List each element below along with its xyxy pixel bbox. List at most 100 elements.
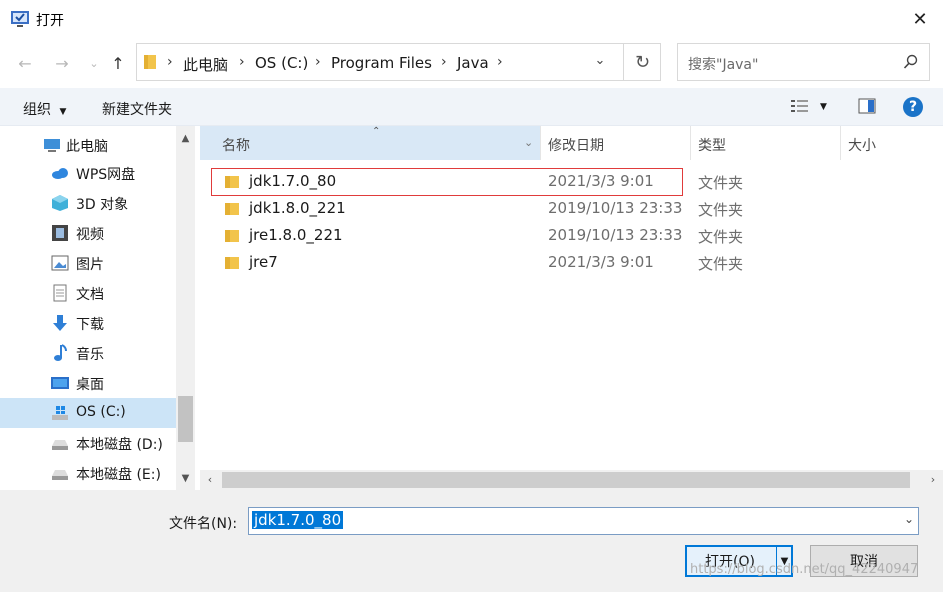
file-type: 文件夹 <box>698 255 744 273</box>
windows-drive-icon <box>52 406 68 420</box>
drive-icon <box>52 440 68 450</box>
chevron-down-icon[interactable]: ⌄ <box>904 512 914 526</box>
breadcrumb-os-c[interactable]: OS (C:) <box>255 54 308 72</box>
arrow-right-icon: → <box>55 53 69 73</box>
file-row[interactable]: jre7 2021/3/3 9:01 文件夹 <box>212 250 743 276</box>
column-header-row: 名称 ⌃ ⌄ 修改日期 类型 大小 <box>200 126 943 160</box>
search-input[interactable]: 搜索"Java" <box>677 43 930 81</box>
recent-locations-button[interactable]: ⌄ <box>82 51 106 75</box>
desktop-icon <box>51 377 69 389</box>
document-icon <box>53 284 67 302</box>
music-icon <box>54 344 67 361</box>
nav-item-os-c[interactable]: OS (C:) <box>0 398 176 428</box>
file-type: 文件夹 <box>698 174 744 192</box>
nav-item-this-pc[interactable]: 此电脑 <box>0 130 176 160</box>
download-icon <box>53 315 67 331</box>
nav-item-videos[interactable]: 视频 <box>0 218 176 248</box>
column-header-date[interactable]: 修改日期 <box>548 126 688 160</box>
nav-item-pictures[interactable]: 图片 <box>0 248 176 278</box>
nav-scrollbar[interactable]: ▲ ▼ <box>176 126 195 490</box>
nav-item-wps[interactable]: WPS网盘 <box>0 158 176 188</box>
drive-icon <box>52 470 68 480</box>
file-name: jre7 <box>249 253 278 271</box>
computer-icon <box>44 139 60 152</box>
file-row[interactable]: jdk1.8.0_221 2019/10/13 23:33 文件夹 <box>212 196 743 222</box>
file-type: 文件夹 <box>698 228 744 246</box>
folder-icon <box>225 230 239 242</box>
window-title: 打开 <box>36 13 64 29</box>
filename-value: jdk1.7.0_80 <box>252 511 344 529</box>
back-button[interactable]: ← <box>13 51 37 75</box>
file-type: 文件夹 <box>698 201 744 219</box>
nav-item-music[interactable]: 音乐 <box>0 338 176 368</box>
app-icon <box>11 11 29 27</box>
breadcrumb-this-pc[interactable]: 此电脑 <box>183 54 228 75</box>
arrow-left-icon: ← <box>18 53 32 73</box>
command-bar: 组织 ▼ 新建文件夹 ▼ ? <box>0 88 943 126</box>
up-button[interactable]: ↑ <box>106 51 130 75</box>
caret-down-icon: ▼ <box>59 107 67 117</box>
file-date: 2021/3/3 9:01 <box>548 253 654 271</box>
file-date: 2019/10/13 23:33 <box>548 226 683 244</box>
picture-icon <box>51 255 69 271</box>
breadcrumb-separator: › <box>497 54 503 70</box>
title-bar: 打开 ✕ <box>0 0 943 40</box>
address-bar[interactable]: › 此电脑 › OS (C:) › Program Files › Java ›… <box>136 43 661 81</box>
file-name: jdk1.7.0_80 <box>249 172 337 190</box>
folder-icon <box>225 176 239 188</box>
breadcrumb-separator: › <box>167 54 173 70</box>
scroll-right-arrow-icon[interactable]: › <box>923 470 943 490</box>
nav-item-drive-e[interactable]: 本地磁盘 (E:) <box>0 458 176 488</box>
file-list-hscrollbar[interactable]: ‹ › <box>200 470 943 490</box>
preview-pane-icon[interactable] <box>858 98 876 114</box>
film-icon <box>52 225 68 241</box>
breadcrumb-java[interactable]: Java <box>457 54 489 72</box>
close-button[interactable]: ✕ <box>897 0 943 38</box>
new-folder-button[interactable]: 新建文件夹 <box>102 99 172 119</box>
folder-icon <box>225 257 239 269</box>
scroll-left-arrow-icon[interactable]: ‹ <box>200 470 220 490</box>
scroll-down-arrow-icon[interactable]: ▼ <box>176 470 195 488</box>
breadcrumb-separator: › <box>441 54 447 70</box>
arrow-up-icon: ↑ <box>111 53 125 73</box>
hscroll-thumb[interactable] <box>222 472 910 488</box>
chevron-down-icon: ⌄ <box>594 53 606 68</box>
nav-item-3d-objects[interactable]: 3D 对象 <box>0 188 176 218</box>
refresh-button[interactable]: ↻ <box>623 44 661 80</box>
search-icon <box>903 54 918 69</box>
cloud-icon <box>52 168 68 179</box>
breadcrumb-program-files[interactable]: Program Files <box>331 54 432 72</box>
view-dropdown-icon[interactable]: ▼ <box>820 102 827 112</box>
nav-scroll-thumb[interactable] <box>178 396 193 442</box>
organize-button[interactable]: 组织 ▼ <box>23 99 66 119</box>
address-dropdown-button[interactable]: ⌄ <box>588 53 612 73</box>
cube-icon <box>52 195 68 211</box>
file-date: 2021/3/3 9:01 <box>548 172 654 190</box>
nav-item-downloads[interactable]: 下载 <box>0 308 176 338</box>
filename-input[interactable]: jdk1.7.0_80 ⌄ <box>248 507 919 535</box>
close-icon: ✕ <box>912 8 928 30</box>
help-icon[interactable]: ? <box>903 97 923 117</box>
file-row[interactable]: jdk1.7.0_80 2021/3/3 9:01 文件夹 <box>211 168 743 196</box>
navigation-pane: 此电脑 WPS网盘 3D 对象 视频 图片 文档 下载 音乐 桌面 OS (C:… <box>0 126 195 490</box>
column-header-type[interactable]: 类型 <box>698 126 838 160</box>
nav-item-desktop[interactable]: 桌面 <box>0 368 176 398</box>
scroll-up-arrow-icon[interactable]: ▲ <box>176 130 195 148</box>
address-row: ← → ⌄ ↑ › 此电脑 › OS (C:) › Program Files … <box>0 43 943 83</box>
file-row[interactable]: jre1.8.0_221 2019/10/13 23:33 文件夹 <box>212 223 743 249</box>
filename-label: 文件名(N): <box>169 516 238 532</box>
nav-item-documents[interactable]: 文档 <box>0 278 176 308</box>
forward-button[interactable]: → <box>50 51 74 75</box>
folder-icon <box>225 203 239 215</box>
organize-label: 组织 <box>23 102 51 118</box>
view-options-icon[interactable] <box>790 98 810 114</box>
chevron-down-icon: ⌄ <box>89 56 99 70</box>
column-header-size[interactable]: 大小 <box>848 126 938 160</box>
nav-item-drive-d[interactable]: 本地磁盘 (D:) <box>0 428 176 458</box>
search-placeholder: 搜索"Java" <box>688 57 759 73</box>
file-name: jre1.8.0_221 <box>249 226 343 244</box>
chevron-down-icon[interactable]: ⌄ <box>524 136 533 149</box>
breadcrumb-separator: › <box>315 54 321 70</box>
column-header-name[interactable]: 名称 ⌃ ⌄ <box>200 126 540 160</box>
watermark-text: https://blog.csdn.net/qq_42240947 <box>690 562 919 577</box>
